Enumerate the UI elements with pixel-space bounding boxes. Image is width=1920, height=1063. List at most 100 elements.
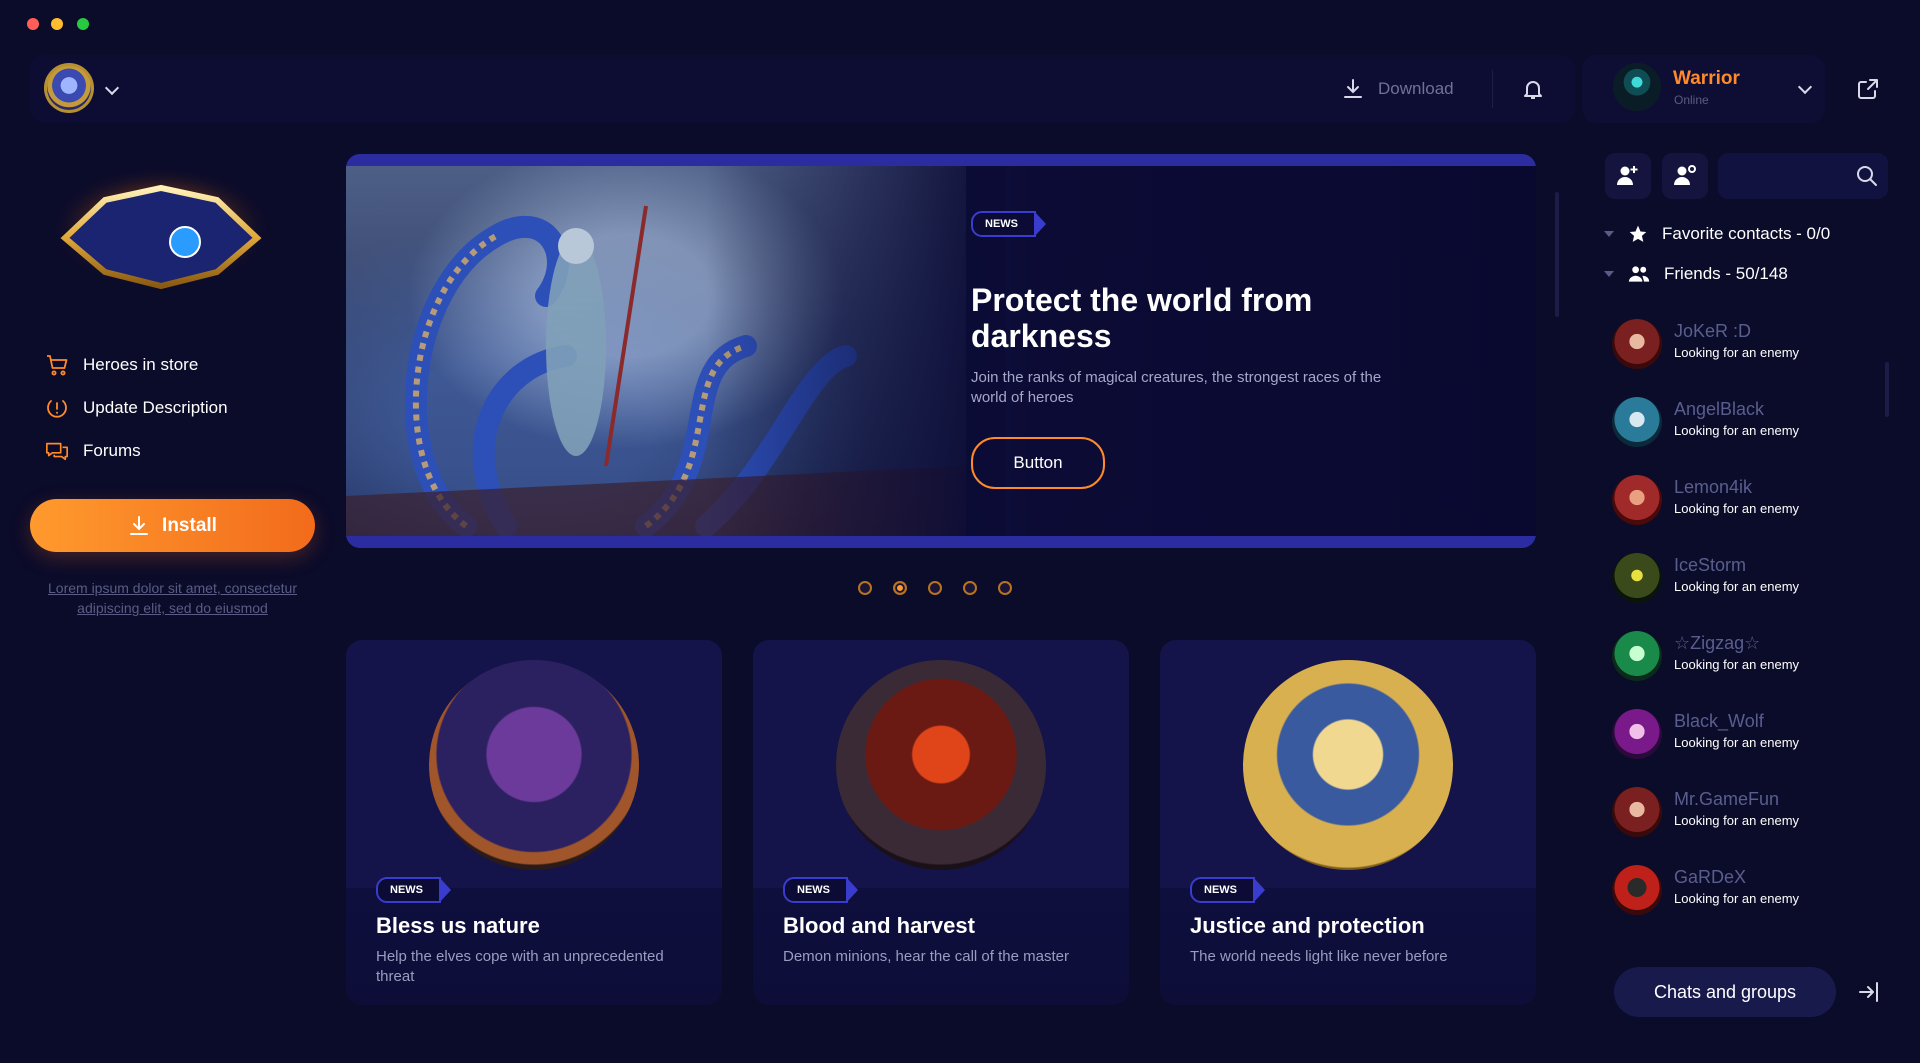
friends-label: Friends - 50/148 bbox=[1664, 264, 1788, 283]
news-card[interactable]: NEWS Blood and harvest Demon minions, he… bbox=[753, 640, 1129, 1005]
card-title: Blood and harvest bbox=[783, 913, 975, 938]
friend-settings-button[interactable] bbox=[1662, 153, 1708, 199]
friend-status: Looking for an enemy bbox=[1674, 735, 1800, 750]
chat-icon bbox=[45, 439, 69, 463]
carousel-dot[interactable] bbox=[998, 581, 1012, 595]
friend-item[interactable]: JoKeR :D Looking for an enemy bbox=[1612, 315, 1852, 373]
avatar bbox=[1612, 631, 1662, 681]
download-icon bbox=[1344, 79, 1362, 98]
news-card[interactable]: NEWS Justice and protection The world ne… bbox=[1160, 640, 1536, 1005]
avatar bbox=[1612, 709, 1662, 759]
card-description: Help the elves cope with an unprecedente… bbox=[376, 948, 664, 985]
hero-news-tag: NEWS bbox=[971, 211, 1046, 237]
friend-status: Looking for an enemy bbox=[1674, 813, 1800, 828]
sidebar-item-update-description[interactable]: Update Description bbox=[45, 396, 228, 420]
add-user-icon bbox=[1617, 166, 1638, 185]
friend-item[interactable]: GaRDeX Looking for an enemy bbox=[1612, 861, 1852, 919]
sidebar-item-label: Heroes in store bbox=[83, 355, 199, 374]
friend-status: Looking for an enemy bbox=[1674, 345, 1800, 360]
card-title: Bless us nature bbox=[376, 913, 540, 938]
favorites-group[interactable]: Favorite contacts - 0/0 bbox=[1604, 224, 1830, 244]
friend-name: Mr.GameFun bbox=[1674, 789, 1780, 809]
friend-name: IceStorm bbox=[1674, 555, 1747, 575]
avatar bbox=[1612, 553, 1662, 603]
card-description: The world needs light like never before bbox=[1190, 948, 1448, 965]
collapse-triangle-icon bbox=[1604, 231, 1614, 237]
info-link[interactable]: Lorem ipsum dolor sit amet, consectetur … bbox=[30, 578, 315, 618]
friend-name: GaRDeX bbox=[1674, 867, 1747, 887]
avatar bbox=[1612, 319, 1662, 369]
friend-status: Looking for an enemy bbox=[1674, 891, 1800, 906]
demon-medal-image bbox=[836, 660, 1046, 870]
carousel-dot-active[interactable] bbox=[893, 581, 907, 595]
user-gear-icon bbox=[1674, 165, 1696, 185]
friend-item[interactable]: ☆Zigzag☆ Looking for an enemy bbox=[1612, 627, 1852, 685]
users-icon bbox=[1628, 266, 1650, 282]
news-tag: NEWS bbox=[376, 877, 451, 903]
hero-button[interactable]: Button bbox=[971, 437, 1105, 489]
carousel-dots bbox=[858, 581, 1012, 595]
game-logo bbox=[49, 166, 273, 290]
external-link-icon[interactable] bbox=[1856, 77, 1880, 101]
cart-icon bbox=[45, 353, 69, 377]
carousel-dot[interactable] bbox=[928, 581, 942, 595]
friend-status: Looking for an enemy bbox=[1674, 657, 1800, 672]
add-friend-button[interactable] bbox=[1605, 153, 1651, 199]
friend-status: Looking for an enemy bbox=[1674, 579, 1800, 594]
carousel-dot[interactable] bbox=[858, 581, 872, 595]
hero-title: Protect the world from darkness bbox=[971, 282, 1313, 354]
avatar bbox=[1612, 787, 1662, 837]
news-tag: NEWS bbox=[971, 211, 1046, 237]
friend-name: ☆Zigzag☆ bbox=[1674, 633, 1761, 653]
download-label: Download bbox=[1378, 79, 1454, 98]
friends-scrollbar[interactable] bbox=[1885, 362, 1889, 417]
window-minimize-button[interactable] bbox=[51, 18, 63, 30]
avatar bbox=[1612, 397, 1662, 447]
install-label: Install bbox=[162, 514, 217, 536]
user-avatar[interactable] bbox=[1613, 63, 1661, 111]
user-name[interactable]: Warrior bbox=[1673, 68, 1740, 90]
hero-fade bbox=[706, 166, 1006, 536]
friends-group[interactable]: Friends - 50/148 bbox=[1604, 264, 1788, 284]
banner-rail bbox=[346, 536, 1536, 548]
friend-status: Looking for an enemy bbox=[1674, 423, 1800, 438]
download-button[interactable]: Download bbox=[1342, 78, 1454, 100]
logout-icon[interactable] bbox=[1857, 980, 1881, 1004]
sidebar-item-forums[interactable]: Forums bbox=[45, 439, 141, 463]
user-status: Online bbox=[1674, 93, 1709, 107]
friend-status: Looking for an enemy bbox=[1674, 501, 1800, 516]
friend-item[interactable]: AngelBlack Looking for an enemy bbox=[1612, 393, 1852, 451]
news-tag: NEWS bbox=[783, 877, 858, 903]
collapse-triangle-icon bbox=[1604, 271, 1614, 277]
favorites-label: Favorite contacts - 0/0 bbox=[1662, 224, 1831, 243]
chats-and-groups-button[interactable]: Chats and groups bbox=[1614, 967, 1836, 1017]
friend-item[interactable]: Lemon4ik Looking for an enemy bbox=[1612, 471, 1852, 529]
avatar bbox=[1612, 865, 1662, 915]
sidebar-item-label: Update Description bbox=[83, 398, 228, 417]
friend-name: AngelBlack bbox=[1674, 399, 1765, 419]
friend-item[interactable]: Black_Wolf Looking for an enemy bbox=[1612, 705, 1852, 763]
install-button[interactable]: Install bbox=[30, 499, 315, 552]
paladin-medal-image bbox=[1243, 660, 1453, 870]
friend-name: Lemon4ik bbox=[1674, 477, 1753, 497]
sidebar-item-heroes-in-store[interactable]: Heroes in store bbox=[45, 353, 198, 377]
alert-icon bbox=[45, 396, 69, 420]
hero-description: Join the ranks of magical creatures, the… bbox=[971, 369, 1382, 406]
download-icon bbox=[130, 515, 149, 535]
window-maximize-button[interactable] bbox=[77, 18, 89, 30]
game-avatar[interactable] bbox=[44, 63, 94, 113]
bell-icon[interactable] bbox=[1521, 77, 1545, 101]
main-scrollbar[interactable] bbox=[1555, 192, 1559, 317]
divider bbox=[1492, 70, 1493, 108]
avatar bbox=[1612, 475, 1662, 525]
search-icon[interactable] bbox=[1855, 164, 1879, 188]
news-card[interactable]: NEWS Bless us nature Help the elves cope… bbox=[346, 640, 722, 1005]
window-close-button[interactable] bbox=[27, 18, 39, 30]
friend-item[interactable]: IceStorm Looking for an enemy bbox=[1612, 549, 1852, 607]
news-tag: NEWS bbox=[1190, 877, 1265, 903]
friend-item[interactable]: Mr.GameFun Looking for an enemy bbox=[1612, 783, 1852, 841]
card-description: Demon minions, hear the call of the mast… bbox=[783, 948, 1069, 965]
carousel-dot[interactable] bbox=[963, 581, 977, 595]
sidebar-item-label: Forums bbox=[83, 441, 141, 460]
friend-name: JoKeR :D bbox=[1674, 321, 1752, 341]
